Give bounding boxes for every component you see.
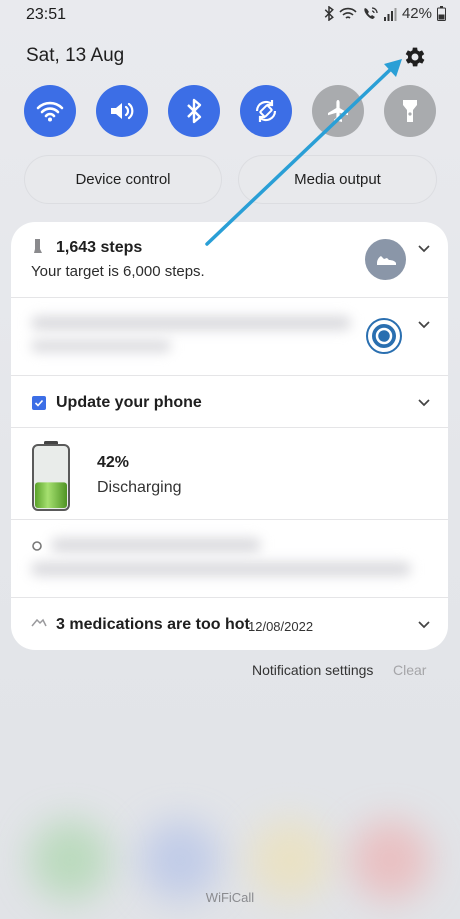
blurred-text-line [31,562,411,576]
volume-icon [111,102,134,120]
airplane-toggle[interactable] [312,85,364,137]
steps-notification[interactable]: 1,643 steps Your target is 6,000 steps. [11,222,448,298]
battery-status-label: Discharging [97,479,182,496]
auto-rotate-toggle[interactable] [240,85,292,137]
battery-icon [32,441,70,511]
sound-toggle[interactable] [96,85,148,137]
notification-panel: 1,643 steps Your target is 6,000 steps. … [11,222,448,650]
status-bar: 23:51 42% [0,0,460,30]
shoe-icon [376,255,396,265]
blurred-text-line [51,538,261,552]
steps-subtitle: Your target is 6,000 steps. [31,263,205,280]
carrier-label: WiFiCall [205,890,255,905]
app-logo-icon [366,318,402,354]
blurred-notification[interactable] [11,298,448,376]
blurred-notification-2[interactable] [11,520,448,598]
date-label: Sat, 13 Aug [26,45,125,66]
signal-icon [383,7,397,21]
status-icons: 42% [324,5,446,22]
notification-settings-button[interactable]: Notification settings [252,662,373,678]
bluetooth-icon [324,6,334,21]
bluetooth-toggle[interactable] [168,85,220,137]
battery-notification[interactable]: 42% Discharging [11,428,448,520]
medications-notification[interactable]: 3 medications are too hot 12/08/2022 [11,598,448,650]
blurred-text-line [31,316,351,330]
wifi-toggle[interactable] [24,85,76,137]
flashlight-icon [403,100,417,122]
steps-app-icon [34,239,42,253]
update-app-icon [32,396,46,410]
battery-icon [437,6,446,21]
gear-icon[interactable] [402,44,428,70]
clear-button[interactable]: Clear [393,662,426,678]
meds-app-icon [31,618,47,627]
settings-small-icon [32,541,42,551]
steps-title: 1,643 steps [56,239,143,256]
rotate-icon [255,100,277,122]
device-control-button[interactable]: Device control [24,155,222,204]
flashlight-toggle[interactable] [384,85,436,137]
update-title: Update your phone [56,394,202,411]
chevron-down-icon[interactable] [417,396,431,410]
chevron-down-icon[interactable] [417,242,431,256]
quick-settings-toggles [24,85,436,137]
bluetooth-icon [187,98,202,124]
wifi-calling-icon [339,7,357,19]
shoe-badge [365,239,406,280]
call-wifi-icon [364,7,378,19]
update-notification[interactable]: Update your phone [11,376,448,428]
wifi-icon [36,101,64,122]
blurred-text-line [31,340,171,352]
status-time: 23:51 [26,6,67,23]
battery-percent: 42% [401,5,432,22]
battery-percent-label: 42% [97,454,130,471]
medications-title: 3 medications are too hot [56,616,250,633]
chevron-down-icon[interactable] [417,318,431,332]
airplane-icon [328,100,348,122]
medications-date: 12/08/2022 [248,619,314,634]
media-output-button[interactable]: Media output [238,155,437,204]
chevron-down-icon[interactable] [417,618,431,632]
